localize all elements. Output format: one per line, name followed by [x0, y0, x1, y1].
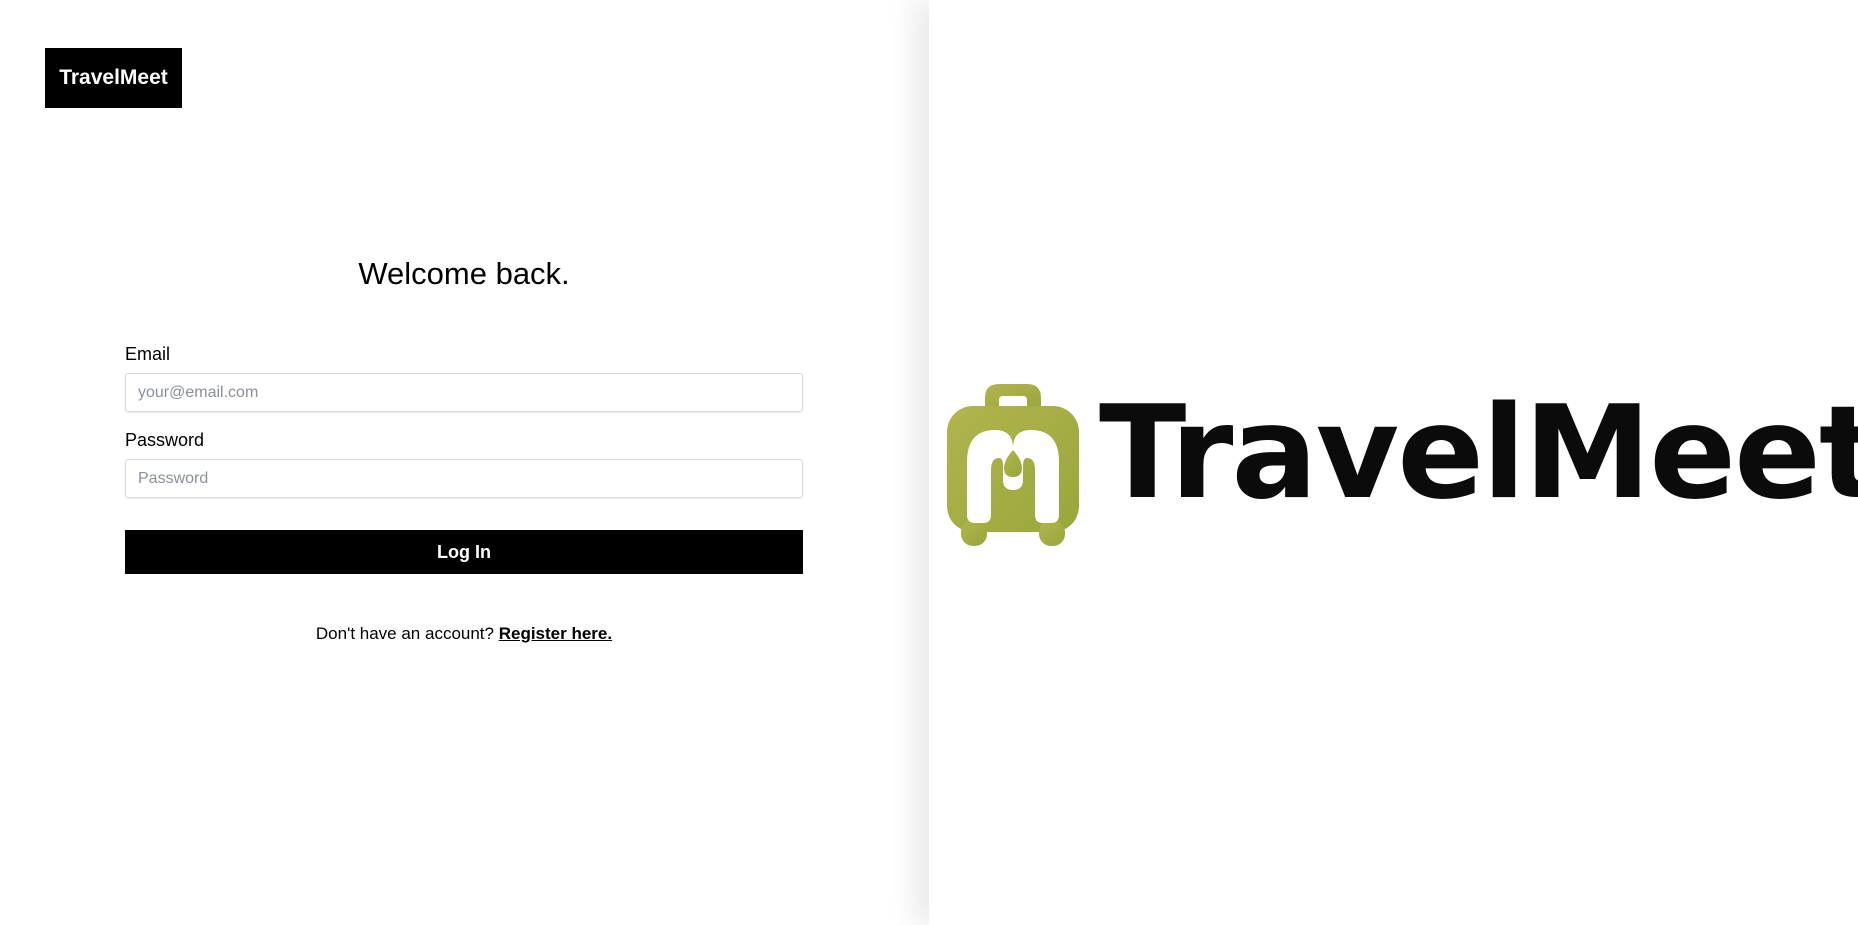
- login-button[interactable]: Log In: [125, 530, 803, 574]
- register-prompt-text: Don't have an account?: [315, 624, 494, 643]
- login-form: Welcome back. Email Password Log In Don'…: [125, 250, 803, 644]
- password-field[interactable]: [125, 459, 803, 498]
- email-label: Email: [125, 344, 171, 364]
- register-prompt: Don't have an account? Register here.: [125, 624, 803, 644]
- hero-panel: TravelMeet: [929, 0, 1858, 925]
- password-label: Password: [125, 430, 205, 450]
- register-link[interactable]: Register here.: [499, 624, 612, 643]
- email-field[interactable]: [125, 373, 803, 412]
- suitcase-icon: [947, 384, 1079, 546]
- page-title: Welcome back.: [358, 256, 570, 291]
- brand-logo-button[interactable]: TravelMeet: [45, 48, 182, 108]
- hero-logo-text: TravelMeet: [1099, 379, 1858, 528]
- login-panel: TravelMeet Welcome back. Email Password …: [0, 0, 929, 925]
